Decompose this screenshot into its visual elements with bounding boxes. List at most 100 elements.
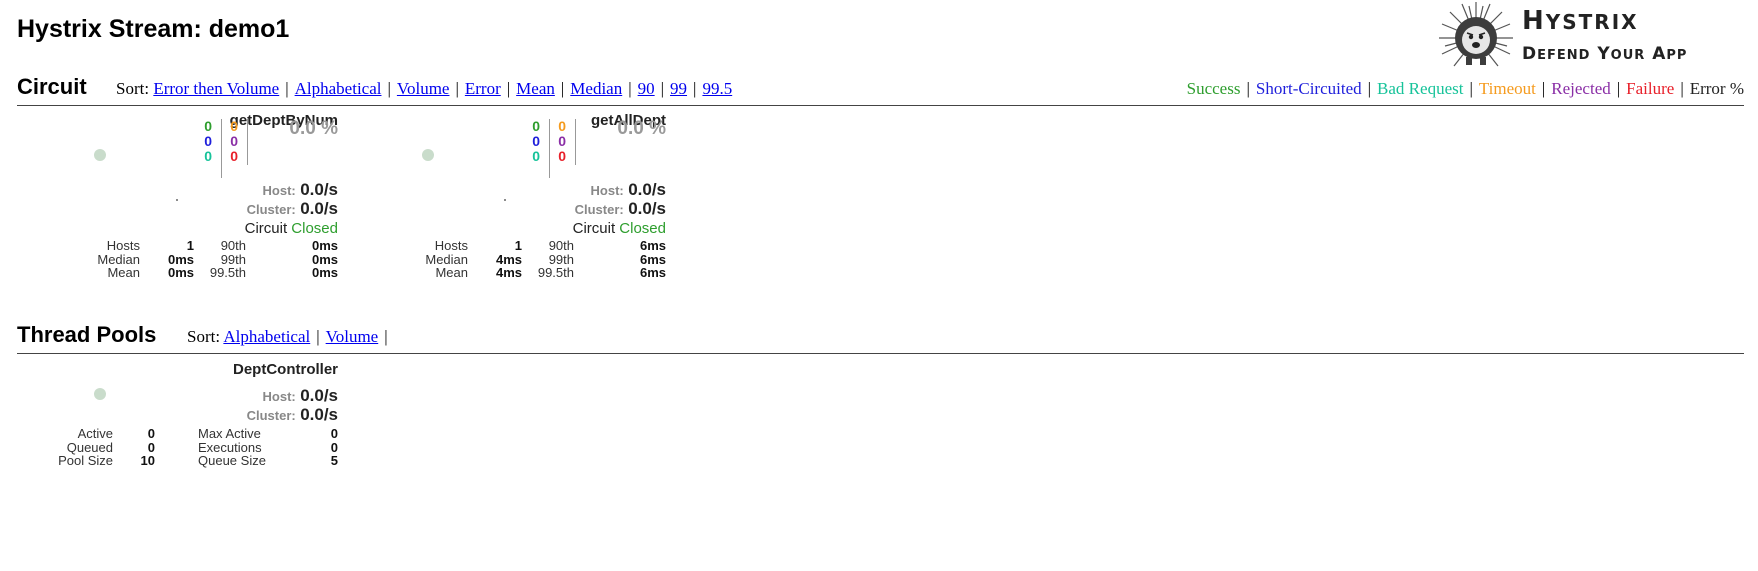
stat-value: 6ms <box>639 251 666 267</box>
logo-tagline: DEFEND YOUR APP <box>1522 44 1688 64</box>
circuit-section-header: Circuit Sort: Error then Volume | Alphabet… <box>17 66 1744 106</box>
host-rate-value: 0.0/s <box>300 386 338 405</box>
sparkline-dot-icon <box>176 199 178 201</box>
latency-stats: Hosts 1 90th 0ms Median 0ms 99th 0ms Mean 0ms 99.5… <box>38 239 338 281</box>
circuit-monitor: getDeptByNum 0 0 0 0 0 0 0.0 % Host: 0.0/s Cluste… <box>38 112 338 312</box>
counts-divider <box>575 119 576 165</box>
error-percentage: 0.0 % <box>289 118 338 139</box>
counts-column-1: 000 <box>204 119 212 164</box>
count-failure: 0 <box>558 148 566 164</box>
threadpool-monitor: DeptController Host: 0.0/s Cluster: 0.0/s A… <box>38 358 338 483</box>
stat-value: 6ms <box>639 265 666 280</box>
threadpool-stats: Active 0 Max Active 0 Queued 0 Executions 0 Pool… <box>38 427 338 469</box>
count-bad-request: 0 <box>204 148 212 164</box>
circuit-section-title: Circuit <box>17 74 87 99</box>
error-percentage: 0.0 % <box>617 118 666 139</box>
host-rate: Host: 0.0/s <box>591 180 666 200</box>
sort-volume[interactable]: Volume <box>326 327 379 346</box>
stat-value: 0ms <box>311 238 338 253</box>
circuit-status: Circuit Closed <box>245 220 338 237</box>
stat-value: 0ms <box>311 265 338 280</box>
sort-99-5[interactable]: 99.5 <box>702 79 732 98</box>
threadpool-sort-bar: Sort: Alphabetical | Volume | <box>187 327 388 346</box>
health-circle-icon <box>94 388 106 400</box>
legend-success: Success <box>1186 79 1241 98</box>
cluster-rate-label: Cluster: <box>574 202 624 217</box>
stat-label: Max Active <box>198 426 261 441</box>
page-title: Hystrix Stream: demo1 <box>17 15 290 43</box>
host-rate-value: 0.0/s <box>628 180 666 199</box>
sort-median[interactable]: Median <box>570 79 622 98</box>
sort-alphabetical[interactable]: Alphabetical <box>295 79 382 98</box>
stat-label: 99th <box>220 251 246 267</box>
sort-error-then-volume[interactable]: Error then Volume <box>153 79 279 98</box>
host-rate-value: 0.0/s <box>300 180 338 199</box>
stat-label: Active <box>77 426 113 441</box>
stat-value: 0 <box>330 426 338 441</box>
logo-wordmark: HYSTRIX <box>1522 6 1639 36</box>
count-bad-request: 0 <box>532 148 540 164</box>
counts-divider <box>221 119 222 178</box>
sort-90[interactable]: 90 <box>638 79 655 98</box>
host-rate-label: Host: <box>262 183 296 198</box>
threadpool-name: DeptController <box>233 361 338 378</box>
stat-label: 99th <box>548 251 574 267</box>
cluster-rate: Cluster: 0.0/s <box>575 199 666 219</box>
sort-mean[interactable]: Mean <box>516 79 555 98</box>
stat-label: Hosts <box>434 238 468 253</box>
circuit-monitor: getAllDept 0 0 0 0 0 0 0.0 % Host: 0.0/s Cluster:… <box>366 112 666 312</box>
legend-rejected: Rejected <box>1551 79 1611 98</box>
hystrix-logo: HYSTRIX DEFEND YOUR APP <box>1436 0 1758 72</box>
count-success: 0 <box>532 118 540 134</box>
counts-divider <box>247 119 248 165</box>
status-legend: Success | Short-Circuited | Bad Request | Time… <box>1186 79 1744 98</box>
sort-alphabetical[interactable]: Alphabetical <box>223 327 310 346</box>
count-rejected: 0 <box>230 133 238 149</box>
sort-label: Sort: <box>187 327 221 346</box>
cluster-rate-label: Cluster: <box>246 202 296 217</box>
stat-label: 99.5th <box>209 265 246 280</box>
sparkline-dot-icon <box>504 199 506 201</box>
stat-label: Queue Size <box>198 453 266 468</box>
circuit-status-label: Circuit <box>572 220 616 237</box>
stat-label: Hosts <box>106 238 140 253</box>
host-rate-label: Host: <box>262 389 296 404</box>
porcupine-logo-icon <box>1439 2 1513 67</box>
stat-label: 90th <box>548 238 574 253</box>
stat-label: Queued <box>66 439 113 455</box>
health-circle-icon <box>94 149 106 161</box>
sort-99[interactable]: 99 <box>670 79 687 98</box>
legend-bad-request: Bad Request <box>1377 79 1464 98</box>
stat-value: 0ms <box>167 265 194 280</box>
stat-value: 0 <box>147 439 155 455</box>
stat-label: 90th <box>220 238 246 253</box>
stat-value: 4ms <box>495 265 522 280</box>
sort-volume[interactable]: Volume <box>397 79 450 98</box>
stat-label: Executions <box>198 439 262 455</box>
legend-timeout: Timeout <box>1478 79 1536 98</box>
counts-divider <box>549 119 550 178</box>
cluster-rate: Cluster: 0.0/s <box>247 405 338 425</box>
stat-value: 1 <box>186 238 194 253</box>
circuit-sort-bar: Sort: Error then Volume | Alphabetical | Vol… <box>116 79 733 98</box>
count-timeout: 0 <box>230 118 238 134</box>
host-rate: Host: 0.0/s <box>263 386 338 406</box>
stat-value: 6ms <box>639 238 666 253</box>
host-rate: Host: 0.0/s <box>263 180 338 200</box>
threadpool-section-title: Thread Pools <box>17 322 157 347</box>
circuit-state: Closed <box>291 220 338 237</box>
stat-value: 0ms <box>311 251 338 267</box>
stat-label: Median <box>97 251 140 267</box>
threadpool-section-header: Thread Pools Sort: Alphabetical | Volume | <box>17 314 1744 354</box>
cluster-rate-value: 0.0/s <box>300 405 338 424</box>
counts-column-2: 000 <box>558 119 566 164</box>
stat-value: 0 <box>330 439 338 455</box>
latency-stats: Hosts 1 90th 6ms Median 4ms 99th 6ms Mean 4ms 99.5… <box>366 239 666 281</box>
stat-label: Mean <box>107 265 140 280</box>
cluster-rate-label: Cluster: <box>246 408 296 423</box>
circuit-status-label: Circuit <box>244 220 288 237</box>
sort-error[interactable]: Error <box>465 79 501 98</box>
stat-value: 0 <box>147 426 155 441</box>
counts-column-2: 000 <box>230 119 238 164</box>
stat-value: 1 <box>514 238 522 253</box>
